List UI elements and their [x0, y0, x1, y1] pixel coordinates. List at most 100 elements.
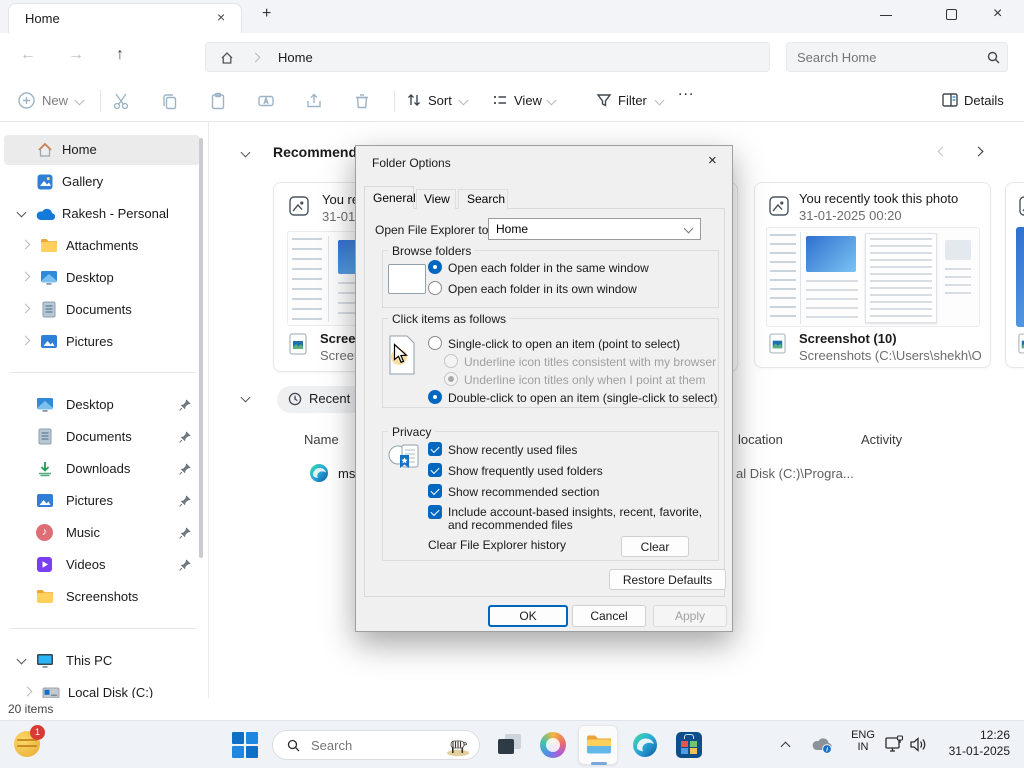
volume-tray-icon[interactable]	[908, 735, 928, 754]
carousel-next-icon[interactable]	[973, 146, 984, 157]
sidebar-item-downloads-pinned[interactable]: Downloads	[4, 454, 200, 484]
column-header-name[interactable]: Name	[304, 432, 339, 447]
window-minimize-button[interactable]	[880, 15, 892, 16]
sidebar-item-gallery[interactable]: Gallery	[4, 167, 200, 197]
back-button[interactable]: ←	[20, 46, 36, 64]
clock[interactable]: 12:26 31-01-2025	[930, 728, 1010, 762]
up-button[interactable]: ↑	[116, 46, 124, 64]
monitor-icon	[41, 271, 57, 285]
chevron-down-icon[interactable]	[16, 654, 27, 665]
network-tray-icon[interactable]	[884, 735, 904, 754]
recommended-card-partial[interactable]	[1005, 182, 1024, 368]
file-explorer-button[interactable]	[578, 725, 618, 765]
carousel-prev-icon[interactable]	[937, 146, 948, 157]
checkbox-frequent-folders[interactable]	[428, 463, 442, 477]
new-tab-button[interactable]: +	[262, 5, 271, 23]
checkbox-recent-files[interactable]	[428, 442, 442, 456]
sidebar-scrollbar[interactable]	[199, 138, 203, 558]
search-icon[interactable]	[987, 51, 1000, 64]
address-bar[interactable]: Home	[205, 42, 770, 72]
sidebar-item-attachments[interactable]: Attachments	[4, 231, 200, 261]
window-maximize-button[interactable]	[946, 9, 957, 20]
ok-button[interactable]: OK	[488, 605, 568, 627]
start-button[interactable]	[232, 732, 258, 758]
sidebar-item-pictures[interactable]: Pictures	[4, 327, 200, 357]
sidebar-item-documents[interactable]: Documents	[4, 295, 200, 325]
checkbox-account-insights[interactable]	[428, 505, 442, 519]
search-box[interactable]	[786, 42, 1008, 72]
paste-icon[interactable]	[209, 92, 227, 110]
delete-icon[interactable]	[353, 92, 371, 110]
restore-defaults-button[interactable]: Restore Defaults	[609, 569, 726, 590]
view-button[interactable]: View	[490, 86, 557, 116]
details-button[interactable]: Details	[938, 86, 1012, 116]
privacy-icon	[388, 444, 419, 468]
sidebar-item-videos-pinned[interactable]: Videos	[4, 550, 200, 580]
pin-icon[interactable]	[178, 526, 192, 540]
taskbar-search-input[interactable]	[309, 735, 429, 755]
filter-button[interactable]: Filter	[594, 86, 666, 116]
pin-icon[interactable]	[178, 494, 192, 508]
column-header-activity[interactable]: Activity	[861, 432, 902, 447]
radio-single-click[interactable]	[428, 336, 442, 350]
chevron-right-icon[interactable]	[22, 686, 33, 697]
sidebar-item-screenshots[interactable]: Screenshots	[4, 582, 200, 612]
sidebar-item-music-pinned[interactable]: ♪ Music	[4, 518, 200, 548]
more-options-button[interactable]: ...	[678, 82, 694, 100]
sidebar-item-desktop-pinned[interactable]: Desktop	[4, 390, 200, 420]
tab-general[interactable]: General	[364, 186, 416, 209]
recommended-card[interactable]: You recently took this photo 31-01-2025 …	[754, 182, 991, 368]
pin-icon[interactable]	[178, 462, 192, 476]
tab-search[interactable]: Search	[458, 189, 508, 209]
edge-button[interactable]	[632, 732, 658, 758]
sidebar-item-desktop[interactable]: Desktop	[4, 263, 200, 293]
new-button[interactable]: New	[14, 86, 90, 116]
search-input[interactable]	[795, 47, 975, 67]
sidebar-item-this-pc[interactable]: This PC	[4, 646, 200, 676]
taskbar-search[interactable]	[272, 730, 480, 760]
cancel-button[interactable]: Cancel	[572, 605, 646, 627]
checkbox-recommended-section[interactable]	[428, 484, 442, 498]
sidebar-item-documents-pinned[interactable]: Documents	[4, 422, 200, 452]
recent-pill[interactable]: Recent	[277, 386, 365, 413]
clock-date: 31-01-2025	[948, 744, 1010, 758]
sidebar-item-onedrive-personal[interactable]: Rakesh - Personal	[4, 199, 200, 229]
radio-own-window[interactable]	[428, 281, 442, 295]
tray-expand-icon[interactable]	[780, 741, 791, 752]
breadcrumb-home[interactable]: Home	[278, 50, 313, 65]
apply-button[interactable]: Apply	[653, 605, 727, 627]
pin-icon[interactable]	[178, 398, 192, 412]
radio-same-window[interactable]	[428, 260, 442, 274]
column-header-location[interactable]: location	[738, 432, 783, 447]
cut-icon[interactable]	[113, 92, 131, 110]
task-view-button[interactable]	[498, 734, 522, 756]
sidebar-item-home[interactable]: Home	[4, 135, 200, 165]
chevron-right-icon[interactable]	[20, 335, 31, 346]
copy-icon[interactable]	[161, 92, 179, 110]
chevron-right-icon[interactable]	[20, 303, 31, 314]
chevron-right-icon[interactable]	[20, 271, 31, 282]
rename-icon[interactable]	[257, 92, 275, 110]
window-close-button[interactable]: ×	[993, 5, 1002, 23]
tab-view[interactable]: View	[416, 189, 456, 209]
dialog-close-icon[interactable]: ×	[708, 152, 717, 169]
copilot-button[interactable]	[540, 732, 566, 758]
share-icon[interactable]	[305, 92, 323, 110]
sort-button[interactable]: Sort	[404, 86, 470, 116]
tab-home[interactable]: Home ×	[8, 3, 242, 33]
chevron-right-icon[interactable]	[20, 239, 31, 250]
open-to-combobox[interactable]: Home	[488, 218, 701, 240]
store-button[interactable]	[676, 732, 702, 758]
pin-icon[interactable]	[178, 558, 192, 572]
sidebar-item-pictures-pinned[interactable]: Pictures	[4, 486, 200, 516]
forward-button[interactable]: →	[68, 46, 84, 64]
chevron-down-icon[interactable]	[16, 207, 27, 218]
tab-close-icon[interactable]: ×	[217, 9, 225, 25]
recommended-collapse-icon[interactable]	[240, 147, 251, 158]
onedrive-tray-icon[interactable]: i	[810, 736, 834, 754]
recent-collapse-icon[interactable]	[240, 392, 251, 403]
radio-double-click[interactable]	[428, 390, 442, 404]
clear-button[interactable]: Clear	[621, 536, 689, 557]
pin-icon[interactable]	[178, 430, 192, 444]
language-indicator[interactable]: ENG IN	[846, 729, 880, 761]
